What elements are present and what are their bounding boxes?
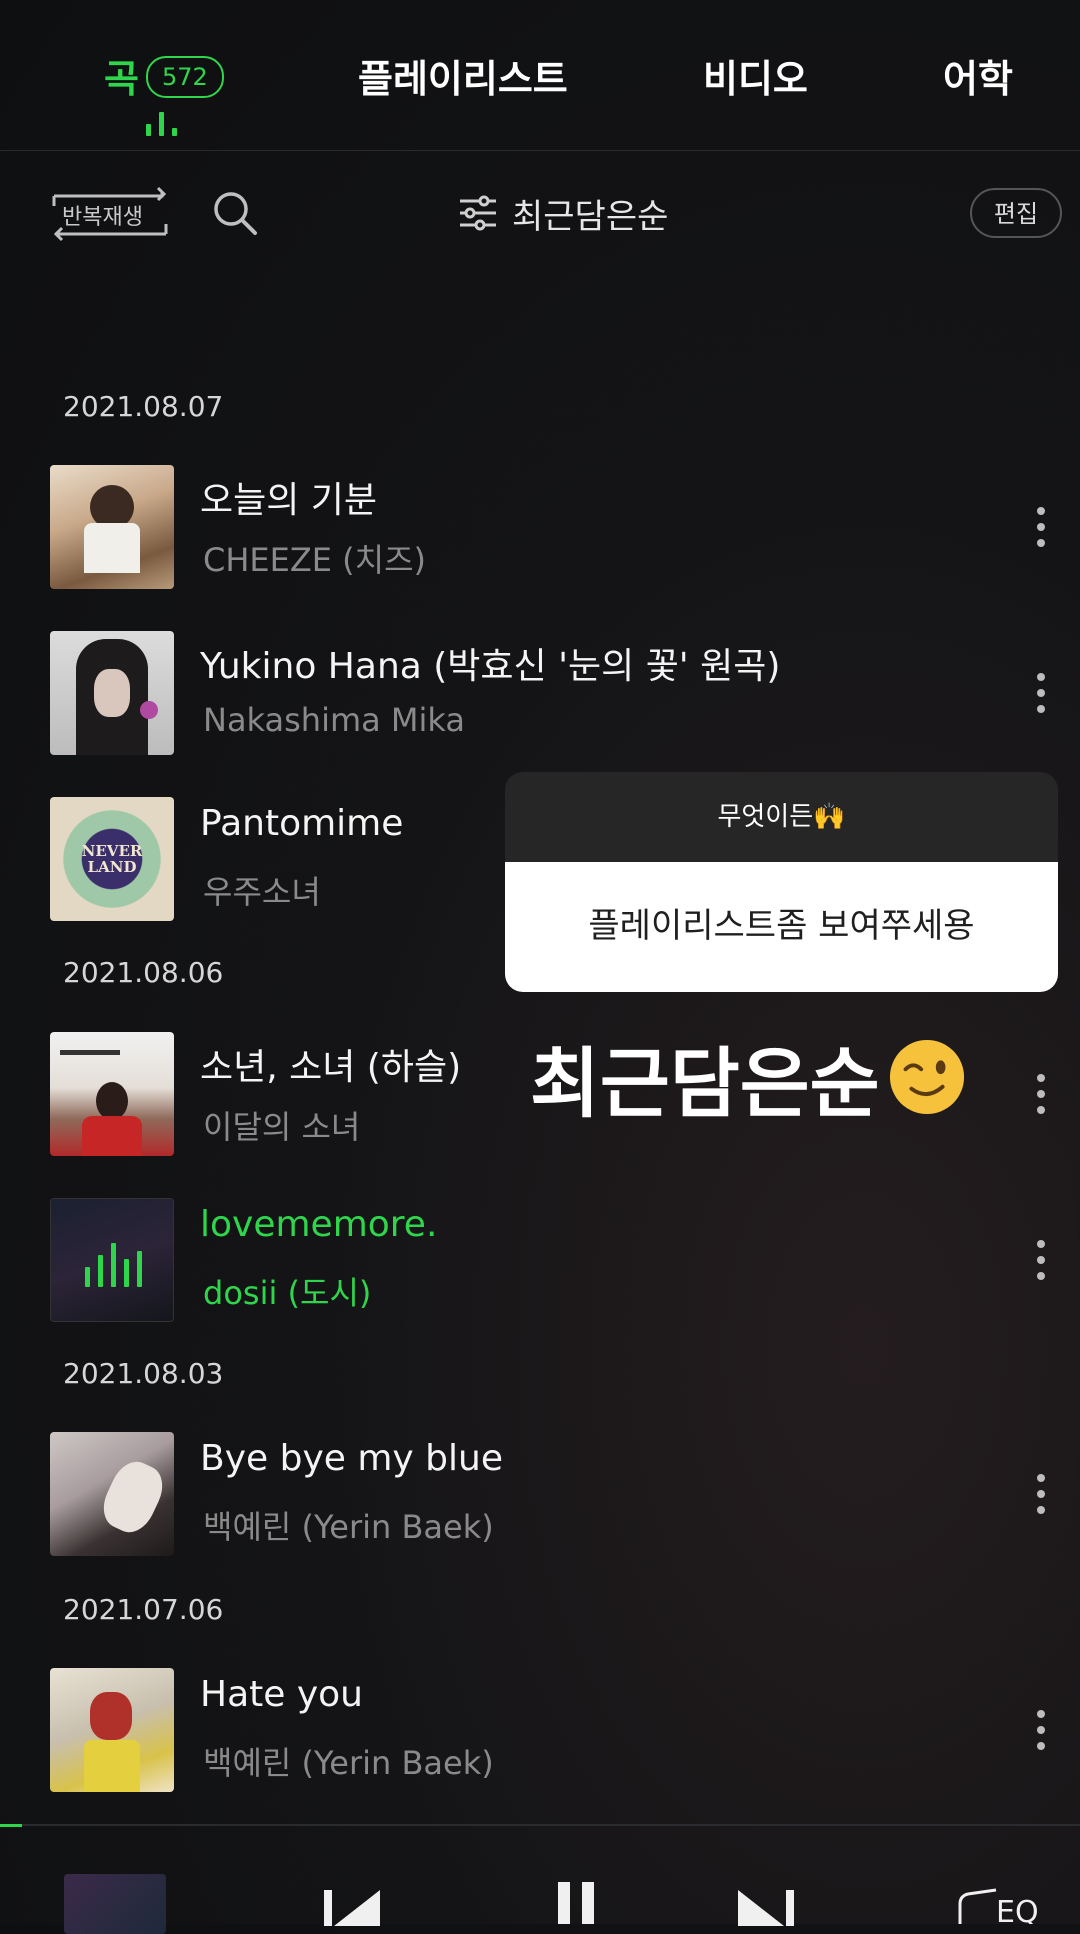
more-options-icon[interactable] <box>1035 1710 1047 1754</box>
filter-sliders-icon <box>460 195 496 231</box>
equalizer-settings-icon[interactable]: EQ <box>956 1888 1046 1924</box>
album-art <box>50 1668 174 1792</box>
list-toolbar: 반복재생 최근담은순 편집 <box>0 170 1080 260</box>
song-artist: CHEEZE (치즈) <box>203 541 427 579</box>
album-art <box>50 1032 174 1156</box>
album-art <box>50 1432 174 1556</box>
search-icon[interactable] <box>212 190 258 236</box>
song-title: Yukino Hana (박효신 '눈의 꽃' 원곡) <box>200 646 781 687</box>
pause-icon[interactable] <box>556 1882 596 1924</box>
song-title: Pantomime <box>200 803 404 844</box>
date-header: 2021.07.06 <box>63 1593 224 1626</box>
song-title: 소년, 소녀 (하슬) <box>200 1047 462 1088</box>
song-title: Hate you <box>200 1674 363 1715</box>
song-row[interactable]: 오늘의 기분 CHEEZE (치즈) <box>0 465 1080 589</box>
question-sticker: 무엇이든🙌 플레이리스트좀 보여쭈세용 <box>505 772 1058 992</box>
song-artist: dosii (도시) <box>203 1274 372 1312</box>
edit-button[interactable]: 편집 <box>970 188 1062 238</box>
song-artist: Nakashima Mika <box>203 701 465 739</box>
song-row[interactable]: Yukino Hana (박효신 '눈의 꽃' 원곡) Nakashima Mi… <box>0 631 1080 755</box>
album-art <box>50 1198 174 1322</box>
repeat-play-label: 반복재생 <box>62 205 143 230</box>
song-row[interactable]: Bye bye my blue 백예린 (Yerin Baek) <box>0 1432 1080 1556</box>
song-count-badge: 572 <box>146 56 224 98</box>
more-options-icon[interactable] <box>1035 507 1047 551</box>
winking-face-emoji-icon <box>889 1039 964 1115</box>
song-artist: 이달의 소녀 <box>203 1108 361 1146</box>
album-art <box>50 631 174 755</box>
song-artist: 백예린 (Yerin Baek) <box>203 1508 494 1546</box>
svg-text:EQ: EQ <box>996 1895 1039 1924</box>
more-options-icon[interactable] <box>1035 1474 1047 1518</box>
album-art: NEVER LAND <box>50 797 174 921</box>
category-tabs: 곡 572 플레이리스트 비디오 어학 <box>0 0 1080 151</box>
song-title: 오늘의 기분 <box>200 480 378 521</box>
tab-songs[interactable]: 곡 <box>104 48 139 103</box>
tab-language[interactable]: 어학 <box>943 48 1013 103</box>
date-header: 2021.08.03 <box>63 1357 224 1390</box>
tab-songs-label: 곡 <box>104 57 139 101</box>
equalizer-icon <box>85 1237 142 1287</box>
overlay-caption-text: 최근담은순 <box>530 1039 880 1128</box>
song-row[interactable]: Hate you 백예린 (Yerin Baek) <box>0 1668 1080 1792</box>
tab-videos[interactable]: 비디오 <box>703 48 808 103</box>
repeat-play-button[interactable]: 반복재생 <box>50 184 170 246</box>
sort-label: 최근담은순 <box>512 196 669 237</box>
more-options-icon[interactable] <box>1035 1074 1047 1118</box>
song-title: Bye bye my blue <box>200 1438 503 1479</box>
song-artist: 우주소녀 <box>203 873 321 911</box>
album-art <box>50 465 174 589</box>
sticker-answer: 플레이리스트좀 보여쭈세용 <box>505 862 1058 992</box>
song-row-now-playing[interactable]: lovememore. dosii (도시) <box>0 1198 1080 1322</box>
song-artist: 백예린 (Yerin Baek) <box>203 1744 494 1782</box>
next-track-icon[interactable] <box>736 1886 796 1926</box>
now-playing-album-art[interactable] <box>64 1874 166 1934</box>
equalizer-icon <box>146 112 180 136</box>
date-header: 2021.08.06 <box>63 956 224 989</box>
mini-player: EQ <box>0 1826 1080 1934</box>
overlay-caption: 최근담은순 <box>530 1022 966 1132</box>
previous-track-icon[interactable] <box>322 1886 382 1926</box>
more-options-icon[interactable] <box>1035 1240 1047 1284</box>
date-header: 2021.08.07 <box>63 390 224 423</box>
song-title: lovememore. <box>200 1204 438 1245</box>
tab-playlists[interactable]: 플레이리스트 <box>358 48 568 103</box>
sticker-question: 무엇이든🙌 <box>505 772 1058 862</box>
more-options-icon[interactable] <box>1035 673 1047 717</box>
sort-button[interactable]: 최근담은순 <box>458 188 668 238</box>
